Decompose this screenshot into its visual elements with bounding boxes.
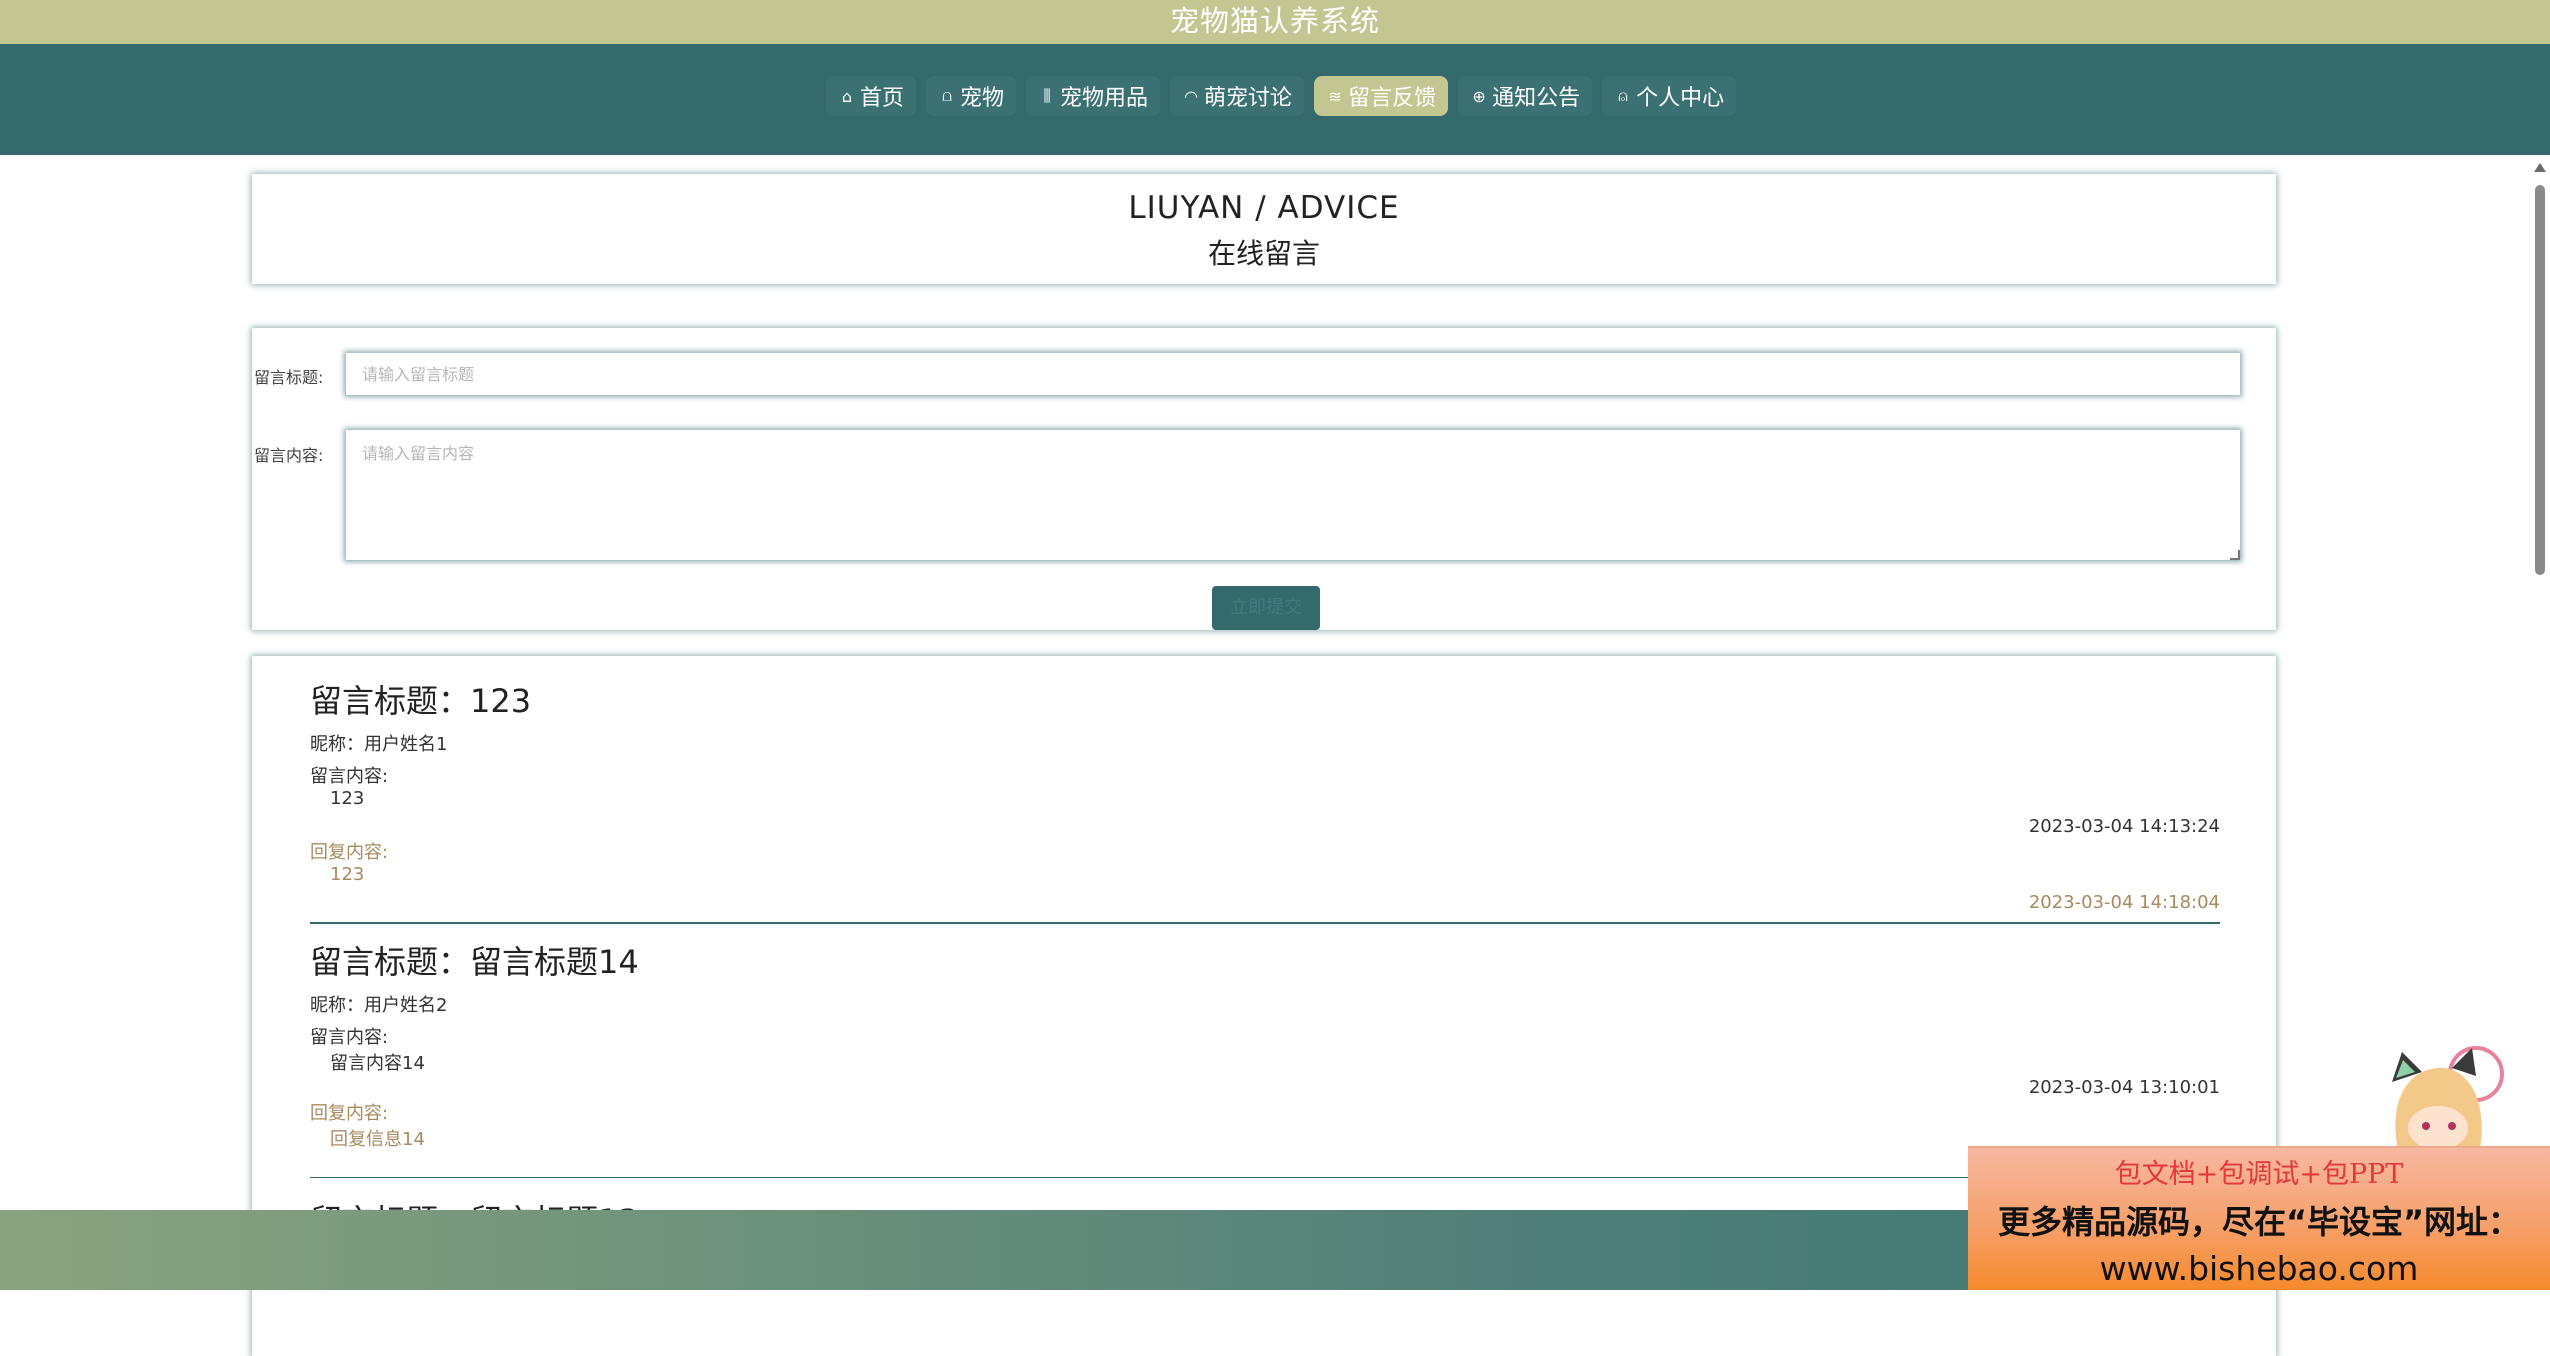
content-label: 留言内容: (254, 446, 324, 465)
app-title: 宠物猫认养系统 (0, 0, 2550, 44)
list-item: 留言标题：留言标题14 昵称：用户姓名2 留言内容: 留言内容14 2023-0… (310, 937, 2220, 1178)
submit-button[interactable]: 立即提交 (1212, 586, 1320, 630)
message-time: 2023-03-04 14:13:24 (2028, 816, 2220, 837)
globe-icon: ⊕ (1472, 86, 1486, 106)
ad-banner[interactable]: 包文档+包调试+包PPT 更多精品源码，尽在“毕设宝”网址： www.bishe… (1968, 1146, 2550, 1290)
message-content: 123 (330, 788, 365, 809)
title-label: 留言标题: (254, 368, 324, 387)
nav-item-label: 首页 (860, 86, 905, 111)
nav-item-home[interactable]: ⌂ 首页 (826, 76, 917, 116)
supplies-icon: ⫼ (1043, 86, 1051, 105)
message-title: 留言标题：留言标题14 (310, 943, 639, 981)
nav-item-discussion[interactable]: ◠ 萌宠讨论 (1170, 76, 1305, 116)
ad-line: 更多精品源码，尽在“毕设宝”网址： (1997, 1203, 2521, 1241)
nav-item-supplies[interactable]: ⫼ 宠物用品 (1026, 76, 1161, 116)
divider (310, 922, 2220, 924)
nav-item-profile[interactable]: ⍝ 个人中心 (1602, 76, 1737, 116)
list-item: 留言标题：123 昵称：用户姓名1 留言内容: 123 2023-03-04 1… (310, 676, 2220, 924)
nav-item-pets[interactable]: ⩍ 宠物 (926, 76, 1017, 116)
scroll-thumb[interactable] (2535, 185, 2545, 575)
title-input[interactable] (346, 353, 2240, 395)
nav-item-notices[interactable]: ⊕ 通知公告 (1458, 76, 1593, 116)
home-icon: ⌂ (841, 86, 853, 106)
reply-label: 回复内容: (310, 842, 389, 863)
nav-item-label: 萌宠讨论 (1204, 86, 1293, 111)
reply-time: 2023-03-04 14:18:04 (2028, 892, 2220, 913)
message-time: 2023-03-04 13:10:01 (2028, 1077, 2220, 1098)
discussion-icon: ◠ (1184, 86, 1199, 106)
scrollbar[interactable] (2530, 155, 2550, 1210)
user-icon: ⍝ (1618, 86, 1628, 105)
page-title-cn: 在线留言 (1207, 237, 1320, 270)
message-content-label: 留言内容: (310, 766, 389, 787)
ad-url: www.bishebao.com (2099, 1249, 2419, 1288)
page-header: LIUYAN / ADVICE 在线留言 (252, 174, 2276, 284)
message-form: 留言标题: 留言内容: 立即提交 (252, 328, 2276, 630)
nav-item-label: 宠物 (960, 86, 1005, 111)
nav-item-label: 个人中心 (1636, 86, 1725, 111)
message-content: 留言内容14 (330, 1053, 425, 1074)
nav-item-feedback[interactable]: ≊ 留言反馈 (1314, 76, 1449, 116)
nav-item-label: 宠物用品 (1060, 86, 1149, 111)
mascot-icon (2392, 1046, 2504, 1150)
ad-line: 包文档+包调试+包PPT (2114, 1159, 2404, 1190)
nav-item-label: 通知公告 (1492, 86, 1581, 111)
scroll-up-icon[interactable] (2534, 163, 2546, 172)
message-title: 留言标题：123 (310, 682, 532, 720)
message-content-label: 留言内容: (310, 1027, 389, 1048)
reply-content: 123 (330, 864, 365, 885)
feedback-icon: ≊ (1328, 86, 1342, 106)
top-navigation: ⌂ 首页 ⩍ 宠物 ⫼ 宠物用品 ◠ 萌宠讨论 ≊ 留言反馈 ⊕ 通知公告 ⍝ … (0, 44, 2550, 155)
content-input[interactable] (346, 430, 2240, 560)
reply-label: 回复内容: (310, 1103, 389, 1124)
message-nickname: 昵称：用户姓名1 (310, 734, 448, 755)
nav-menu: ⌂ 首页 ⩍ 宠物 ⫼ 宠物用品 ◠ 萌宠讨论 ≊ 留言反馈 ⊕ 通知公告 ⍝ … (826, 76, 1737, 116)
pet-icon: ⩍ (941, 86, 953, 105)
reply-content: 回复信息14 (330, 1129, 425, 1150)
message-nickname: 昵称：用户姓名2 (310, 995, 448, 1016)
resize-handle[interactable] (2230, 550, 2240, 560)
divider (310, 1177, 2220, 1178)
page-title-en: LIUYAN / ADVICE (1128, 190, 1400, 226)
nav-item-label: 留言反馈 (1348, 86, 1437, 111)
